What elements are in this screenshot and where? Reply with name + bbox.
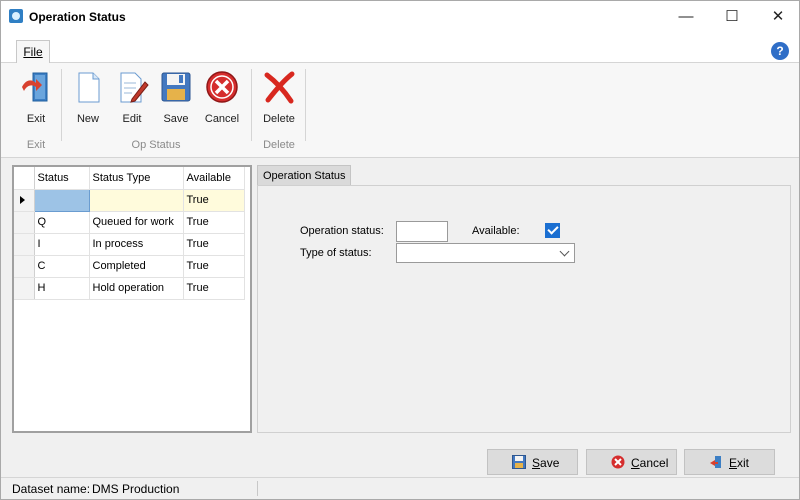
group-label-delete: Delete [263, 139, 295, 151]
cell-available[interactable]: True [183, 233, 245, 256]
help-icon[interactable]: ? [771, 42, 789, 60]
group-label-exit: Exit [26, 139, 46, 151]
table-row[interactable]: H Hold operation True [14, 277, 245, 300]
edit-label: Edit [122, 113, 142, 125]
app-icon [9, 9, 23, 23]
save-ribbon-label: Save [163, 113, 189, 125]
title-bar: Operation Status — ☐ ✕ [1, 1, 799, 33]
ribbon-toolbar: Exit Exit New Edit Save Cancel Op Status… [1, 63, 799, 158]
operation-status-label: Operation status: [300, 225, 384, 237]
column-header-status-type[interactable]: Status Type [89, 167, 184, 190]
status-grid[interactable]: Status Status Type Available True Q Queu… [12, 165, 252, 433]
exit-door-icon [22, 72, 48, 102]
floppy-disk-icon [161, 72, 191, 102]
cancel-button-label: Cancel [631, 456, 669, 470]
tab-file-label: File [23, 45, 43, 59]
cell-available[interactable]: True [183, 211, 245, 234]
column-header-status[interactable]: Status [34, 167, 90, 190]
delete-label: Delete [263, 113, 295, 125]
cell-status-type[interactable]: Completed [89, 255, 184, 278]
cell-status[interactable]: H [34, 277, 90, 300]
tab-file[interactable]: File [16, 40, 50, 64]
exit-button-label: Exit [729, 456, 750, 470]
cancel-ribbon-label: Cancel [204, 113, 240, 125]
operation-status-input[interactable] [396, 221, 448, 242]
table-row[interactable]: Q Queued for work True [14, 211, 245, 234]
new-document-icon [78, 72, 100, 103]
new-button[interactable]: New [66, 67, 110, 129]
maximize-button[interactable]: ☐ [709, 1, 755, 33]
available-label: Available: [472, 225, 520, 237]
group-label-op-status: Op Status [131, 139, 181, 151]
ribbon-separator [305, 69, 306, 141]
chevron-down-icon [559, 246, 570, 257]
cell-available[interactable]: True [183, 189, 245, 212]
status-bar-separator [257, 481, 258, 496]
cancel-circle-icon [206, 71, 238, 103]
dataset-name-value: DMS Production [92, 482, 180, 496]
table-row[interactable]: True [14, 188, 245, 212]
save-button-label: Save [532, 456, 560, 470]
cell-available[interactable]: True [183, 277, 245, 300]
main-window: Operation Status — ☐ ✕ File ? Exit Exit … [0, 0, 800, 500]
save-ribbon-button[interactable]: Save [154, 67, 198, 129]
save-disk-icon [512, 455, 526, 469]
status-table: Status Status Type Available True Q Queu… [14, 167, 245, 300]
delete-x-icon [264, 71, 295, 104]
save-button[interactable]: Save [487, 449, 578, 475]
close-button[interactable]: ✕ [755, 1, 800, 33]
row-indicator-header [14, 167, 35, 190]
edit-button[interactable]: Edit [110, 67, 154, 129]
new-label: New [76, 113, 99, 125]
cell-status[interactable] [33, 188, 90, 212]
cell-status[interactable]: I [34, 233, 90, 256]
exit-ribbon-button[interactable]: Exit [14, 67, 58, 129]
delete-button[interactable]: Delete [257, 67, 301, 129]
minimize-button[interactable]: — [663, 1, 709, 33]
exit-ribbon-label: Exit [26, 113, 46, 125]
table-row[interactable]: C Completed True [14, 255, 245, 278]
cell-status-type[interactable] [89, 189, 184, 212]
window-title: Operation Status [29, 10, 126, 24]
type-of-status-label: Type of status: [300, 247, 372, 259]
exit-button[interactable]: Exit [684, 449, 775, 475]
cell-status[interactable]: Q [34, 211, 90, 234]
detail-panel: Operation status: Available: Type of sta… [257, 185, 791, 433]
ribbon-separator [61, 69, 62, 141]
ribbon-tab-bar: File ? [1, 33, 799, 64]
cell-status-type[interactable]: Hold operation [89, 277, 184, 300]
cancel-ribbon-button[interactable]: Cancel [200, 67, 244, 129]
available-checkbox[interactable] [545, 223, 560, 238]
exit-door-icon [710, 456, 721, 468]
cell-available[interactable]: True [183, 255, 245, 278]
type-of-status-select[interactable] [396, 243, 575, 263]
row-indicator [14, 189, 35, 212]
table-header-row: Status Status Type Available [14, 167, 245, 190]
status-bar: Dataset name: DMS Production [1, 477, 799, 499]
cancel-button[interactable]: Cancel [586, 449, 677, 475]
table-row[interactable]: I In process True [14, 233, 245, 256]
row-indicator [14, 255, 35, 278]
edit-pencil-icon [120, 72, 149, 103]
cell-status-type[interactable]: In process [89, 233, 184, 256]
cell-status-type[interactable]: Queued for work [89, 211, 184, 234]
column-header-available[interactable]: Available [183, 167, 245, 190]
row-indicator [14, 211, 35, 234]
row-indicator [14, 277, 35, 300]
current-row-arrow-icon [20, 196, 25, 204]
dataset-name-label: Dataset name: [12, 482, 91, 496]
cancel-icon [611, 455, 625, 469]
ribbon-separator [251, 69, 252, 141]
row-indicator [14, 233, 35, 256]
cell-status[interactable]: C [34, 255, 90, 278]
tab-operation-status[interactable]: Operation Status [257, 165, 351, 186]
